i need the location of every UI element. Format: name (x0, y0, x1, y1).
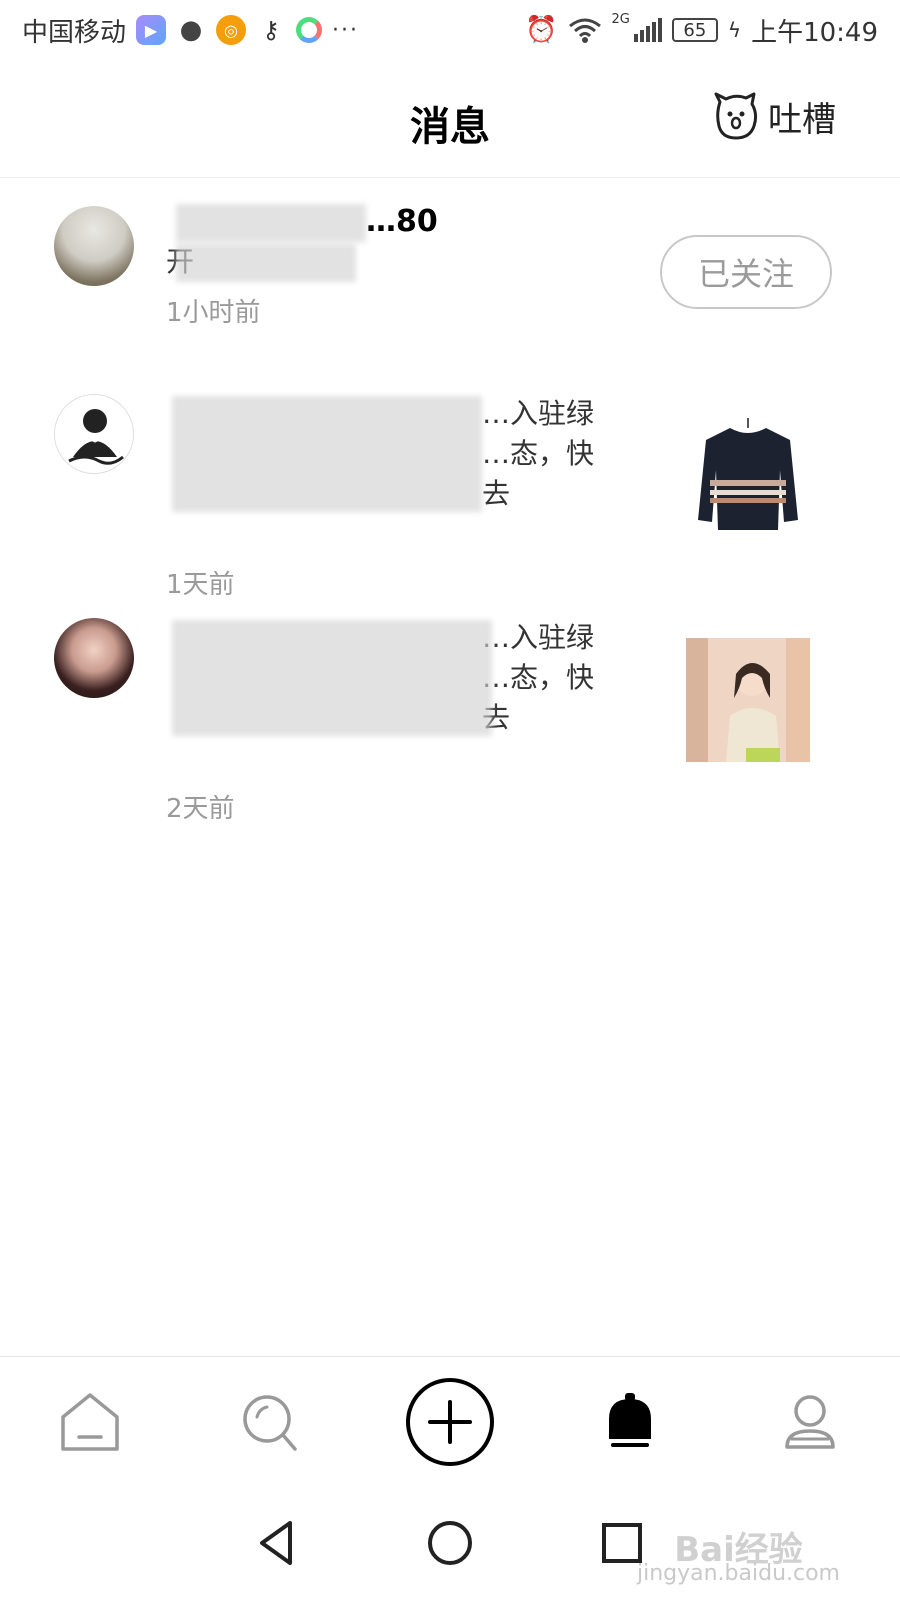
mascot-icon (714, 92, 758, 140)
profile-icon (785, 1394, 835, 1449)
message-body: …80 开 1小时前 (166, 202, 616, 330)
tucao-button[interactable]: 吐槽 (710, 90, 836, 142)
status-bar: 中国移动 ▶ ● ◎ ⚷ ··· ⏰ 2G 65 ϟ 上午10:49 (0, 0, 900, 60)
message-body: …入驻绿 …态，快去 1天前 (166, 394, 616, 602)
alarm-icon: ⏰ (525, 15, 558, 45)
video-app-icon: ▶ (136, 15, 167, 45)
add-icon (406, 1377, 494, 1466)
message-time: 2天前 (166, 794, 235, 824)
carrier-label: 中国移动 (22, 17, 127, 48)
message-text: 开 (166, 242, 616, 282)
watermark: Bai经验 jingyan.baidu.com (636, 1530, 840, 1586)
nav-discover[interactable] (215, 1367, 325, 1477)
message-text: …入驻绿 …态，快去 (166, 618, 616, 778)
signal-strength-icon (633, 18, 662, 42)
nav-profile[interactable] (755, 1367, 865, 1477)
tucao-label: 吐槽 (768, 99, 836, 140)
nav-home[interactable] (35, 1367, 145, 1477)
kuaishou-icon: ◎ (216, 15, 247, 45)
browser-ring-icon (296, 17, 323, 43)
redacted-blur (176, 204, 366, 242)
nav-messages[interactable] (575, 1367, 685, 1477)
avatar[interactable] (54, 206, 134, 286)
post-thumbnail[interactable] (686, 638, 810, 762)
followed-button[interactable]: 已关注 (660, 235, 832, 309)
notification-bell-icon (609, 1392, 651, 1447)
search-icon (243, 1394, 297, 1451)
message-item[interactable]: …入驻绿 …态，快去 2天前 (0, 604, 900, 824)
watermark-brand: Bai经验 (674, 1530, 803, 1570)
status-right: ⏰ 2G 65 ϟ 上午10:49 (525, 12, 878, 49)
message-item[interactable]: …80 开 1小时前 已关注 (0, 180, 900, 360)
battery-level: 65 (683, 19, 707, 41)
home-icon (61, 1392, 119, 1451)
avatar[interactable] (54, 618, 134, 698)
avatar-illustration (55, 395, 133, 473)
redacted-blur (172, 396, 482, 512)
portrait-photo-image (686, 638, 810, 762)
sweater-image (698, 418, 798, 530)
nav-add-post[interactable] (395, 1367, 505, 1477)
message-text-line (166, 514, 616, 554)
redacted-blur (172, 620, 492, 736)
watermark-url: jingyan.baidu.com (636, 1561, 840, 1586)
clock-label: 上午10:49 (751, 17, 878, 48)
message-time: 1小时前 (166, 298, 261, 328)
header: 消息 吐槽 (0, 60, 900, 178)
key-icon: ⚷ (262, 16, 280, 44)
back-icon[interactable] (252, 1517, 304, 1569)
bottom-nav (0, 1356, 900, 1486)
sender-name: …80 (166, 202, 616, 242)
redacted-blur (176, 244, 356, 282)
message-item[interactable]: …入驻绿 …态，快去 1天前 (0, 380, 900, 600)
avatar[interactable] (54, 394, 134, 474)
status-left: 中国移动 ▶ ● ◎ ⚷ ··· (22, 12, 359, 49)
chat-bubble-icon: ● (179, 15, 203, 45)
charging-icon: ϟ (727, 18, 742, 42)
network-type-label: 2G (611, 11, 630, 27)
post-thumbnail[interactable] (686, 414, 810, 538)
message-body: …入驻绿 …态，快去 2天前 (166, 618, 616, 826)
home-circle-icon[interactable] (424, 1517, 476, 1569)
sender-name-visible: …80 (366, 204, 438, 239)
message-time: 1天前 (166, 570, 235, 600)
wifi-icon (568, 18, 601, 43)
message-text-line (166, 738, 616, 778)
message-text: …入驻绿 …态，快去 (166, 394, 616, 554)
battery-icon: 65 (671, 18, 718, 42)
more-notifications-icon: ··· (332, 17, 359, 43)
